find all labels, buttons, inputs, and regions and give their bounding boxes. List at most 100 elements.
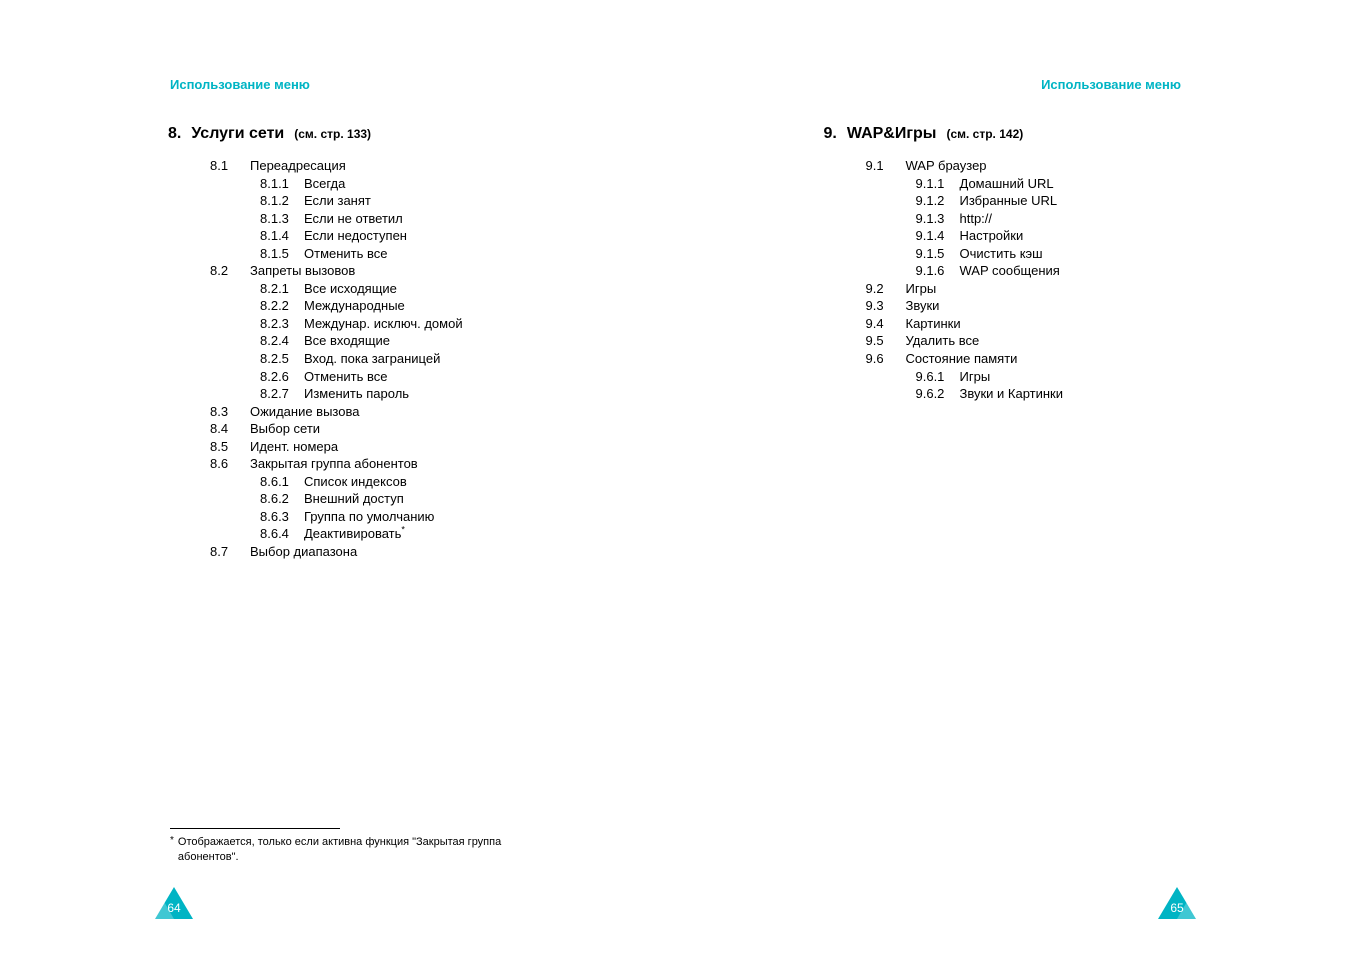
toc-entry: 8.1 Переадресация	[210, 157, 616, 175]
toc-entry: 8.4 Выбор сети	[210, 420, 616, 438]
toc-entry: 9.1.5Очистить кэш	[916, 245, 1272, 263]
footnote-rule	[170, 828, 340, 829]
toc-entry: 9.5 Удалить все	[866, 332, 1272, 350]
toc-entry: 8.5Идент. номера	[210, 438, 616, 456]
toc-entry: 8.2.2Международные	[260, 297, 616, 315]
toc-entry-num: 8.6.4	[260, 525, 298, 543]
toc-entry: 9.6.2Звуки и Картинки	[916, 385, 1272, 403]
toc-entry: 8.1.5Отменить все	[260, 245, 616, 263]
toc-entry-text: Изменить пароль	[304, 385, 409, 403]
toc-entry-num: 8.2.1	[260, 280, 298, 298]
toc-entry: 9.1.1 Домашний URL	[916, 175, 1272, 193]
toc-entry-text: Список индексов	[304, 473, 407, 491]
toc-entry-text: Домашний URL	[960, 175, 1054, 193]
toc-entry-text: Если недоступен	[304, 227, 407, 245]
toc-entry-num: 8.3	[210, 403, 244, 421]
toc-entry-text: Избранные URL	[960, 192, 1058, 210]
toc-entry-num: 8.6.1	[260, 473, 298, 491]
toc-entry-num: 9.3	[866, 297, 900, 315]
toc-entry-num: 8.4	[210, 420, 244, 438]
toc-entry: 8.2.6 Отменить все	[260, 368, 616, 386]
section-title: Услуги сети	[191, 125, 284, 143]
toc-entry-text: Все исходящие	[304, 280, 397, 298]
toc-entry: 9.3Звуки	[866, 297, 1272, 315]
toc-entry-text: Переадресация	[250, 157, 346, 175]
footnote-ref-icon: *	[401, 525, 405, 535]
toc-entry: 9.1.2Избранные URL	[916, 192, 1272, 210]
toc-entry: 8.7Выбор диапазона	[210, 543, 616, 561]
toc-entry-num: 8.2.5	[260, 350, 298, 368]
section-ref: (см. стр. 142)	[946, 127, 1023, 141]
page-left: Использование меню 8. Услуги сети (см. с…	[0, 0, 676, 954]
toc-entry-num: 8.1.4	[260, 227, 298, 245]
toc-entry: 8.2.1 Все исходящие	[260, 280, 616, 298]
toc-entry-num: 8.1	[210, 157, 244, 175]
toc-entry-num: 8.2.4	[260, 332, 298, 350]
toc-entry-num: 8.1.3	[260, 210, 298, 228]
toc-entry-text: Звуки и Картинки	[960, 385, 1064, 403]
toc-entry-text: Состояние памяти	[906, 350, 1018, 368]
toc-entry-text: Настройки	[960, 227, 1024, 245]
page-number-left: 64	[155, 901, 193, 915]
toc-entry-text: WAP браузер	[906, 157, 987, 175]
running-header-left: Использование меню	[170, 77, 310, 92]
toc-entry: 9.1.4Настройки	[916, 227, 1272, 245]
toc-entry-text: Если занят	[304, 192, 371, 210]
running-header-right: Использование меню	[1041, 77, 1181, 92]
toc-entry-text: http://	[960, 210, 993, 228]
toc-entry-num: 9.1.6	[916, 262, 954, 280]
page-right: Использование меню 9. WAP&Игры (см. стр.…	[676, 0, 1351, 954]
toc-entry: 9.6 Состояние памяти	[866, 350, 1272, 368]
toc-entry-num: 9.4	[866, 315, 900, 333]
toc-entry-num: 8.2	[210, 262, 244, 280]
toc-entry-text: Картинки	[906, 315, 961, 333]
footnote: * Отображается, только если активна функ…	[170, 835, 560, 864]
section-heading-8: 8. Услуги сети (см. стр. 133)	[168, 125, 616, 143]
toc-entry-text: Внешний доступ	[304, 490, 404, 508]
toc-entry: 8.6.1 Список индексов	[260, 473, 616, 491]
section-num: 8.	[168, 125, 181, 143]
toc-entry-num: 8.7	[210, 543, 244, 561]
toc-entry-text: Закрытая группа абонентов	[250, 455, 418, 473]
toc-entry: 8.1.4 Если недоступен	[260, 227, 616, 245]
toc-entry: 8.1.3 Если не ответил	[260, 210, 616, 228]
section-heading-9: 9. WAP&Игры (см. стр. 142)	[824, 125, 1272, 143]
toc-entry-num: 9.2	[866, 280, 900, 298]
toc-entry-text: Если не ответил	[304, 210, 403, 228]
toc-entry-text: Очистить кэш	[960, 245, 1043, 263]
toc-entry: 8.2.3Междунар. исключ. домой	[260, 315, 616, 333]
footnote-text: Отображается, только если активна функци…	[178, 835, 560, 864]
page-number-right: 65	[1158, 901, 1196, 915]
toc-entry-num: 8.1.2	[260, 192, 298, 210]
footnote-block: * Отображается, только если активна функ…	[170, 828, 560, 864]
page-spread: Использование меню 8. Услуги сети (см. с…	[0, 0, 1351, 954]
toc-right: 9.1WAP браузер9.1.1Домашний URL9.1.2Избр…	[716, 157, 1272, 403]
toc-entry-text: Запреты вызовов	[250, 262, 355, 280]
toc-entry-text: Выбор сети	[250, 420, 320, 438]
toc-entry: 9.1.3http://	[916, 210, 1272, 228]
toc-left: 8.1Переадресация8.1.1Всегда8.1.2Если зан…	[60, 157, 616, 561]
toc-entry-num: 8.2.6	[260, 368, 298, 386]
toc-entry-num: 9.1.1	[916, 175, 954, 193]
toc-entry-text: Междунар. исключ. домой	[304, 315, 463, 333]
toc-entry-num: 9.6	[866, 350, 900, 368]
toc-entry: 8.2.5Вход. пока заграницей	[260, 350, 616, 368]
toc-entry-num: 8.2.7	[260, 385, 298, 403]
toc-entry-text: Все входящие	[304, 332, 390, 350]
toc-entry: 8.2.4 Все входящие	[260, 332, 616, 350]
content-left: 8. Услуги сети (см. стр. 133) 8.1 Переадр…	[60, 125, 616, 561]
toc-entry-text: Удалить все	[906, 332, 980, 350]
toc-entry-text: Отменить все	[304, 368, 388, 386]
toc-entry-text: Группа по умолчанию	[304, 508, 434, 526]
toc-entry-text: Ожидание вызова	[250, 403, 359, 421]
toc-entry: 9.1.6 WAP сообщения	[916, 262, 1272, 280]
toc-entry: 9.4 Картинки	[866, 315, 1272, 333]
toc-entry-text: Игры	[906, 280, 937, 298]
toc-entry-num: 9.5	[866, 332, 900, 350]
toc-entry: 8.2 Запреты вызовов	[210, 262, 616, 280]
toc-entry-text: Деактивировать*	[304, 525, 405, 543]
section-ref: (см. стр. 133)	[294, 127, 371, 141]
toc-entry-num: 8.6	[210, 455, 244, 473]
toc-entry-text: WAP сообщения	[960, 262, 1060, 280]
page-marker-left: 64	[155, 887, 193, 919]
